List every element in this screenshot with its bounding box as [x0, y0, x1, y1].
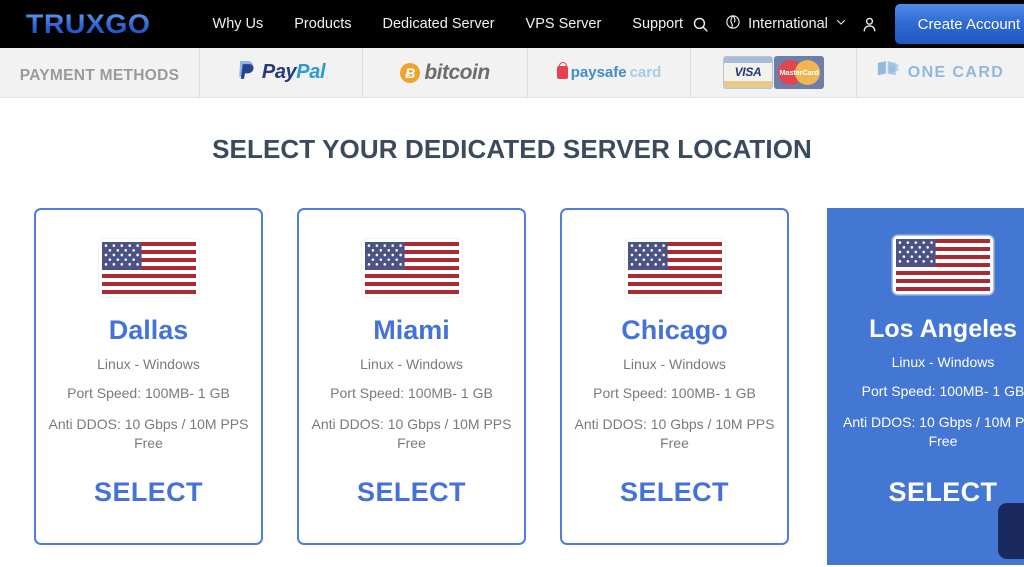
nav-link-support[interactable]: Support — [632, 16, 683, 32]
location-os: Linux - Windows — [891, 354, 995, 370]
globe-icon — [725, 14, 741, 34]
payment-method-paypal[interactable]: PayPal — [200, 47, 363, 98]
location-city-name: Miami — [373, 315, 450, 345]
location-card-los-angeles[interactable]: Los Angeles Linux - Windows Port Speed: … — [827, 208, 1024, 565]
location-card-dallas[interactable]: Dallas Linux - Windows Port Speed: 100MB… — [34, 208, 263, 545]
location-city-name: Dallas — [108, 315, 189, 345]
payment-methods-label-cell: PAYMENT METHODS — [0, 47, 200, 98]
location-os: Linux - Windows — [97, 356, 200, 372]
top-navigation-bar: TRUXGO Why Us Products Dedicated Server … — [0, 0, 1024, 48]
chat-support-widget[interactable] — [998, 503, 1024, 559]
payment-methods-bar: PAYMENT METHODS PayPal Ƀ bitcoin paysafe… — [0, 47, 1024, 98]
nav-link-vps-server[interactable]: VPS Server — [526, 16, 602, 32]
visa-icon: VISA — [723, 56, 773, 89]
us-flag-icon — [361, 239, 462, 297]
location-ddos: Anti DDOS: 10 Gbps / 10M PPS Free — [311, 416, 512, 451]
search-icon[interactable] — [683, 16, 717, 33]
create-account-button[interactable]: Create Account — [894, 4, 1024, 44]
nav-right-group: International Create Account — [683, 0, 1024, 48]
select-button[interactable]: SELECT — [357, 477, 466, 508]
paysafecard-text-card: card — [629, 64, 662, 81]
location-port-speed: Port Speed: 100MB- 1 GB — [593, 385, 756, 401]
page-title: SELECT YOUR DEDICATED SERVER LOCATION — [212, 134, 812, 164]
nav-link-dedicated-server[interactable]: Dedicated Server — [383, 16, 495, 32]
payment-method-visa-mastercard[interactable]: VISA MasterCard — [691, 47, 857, 98]
onecard-icon — [877, 60, 900, 85]
location-os: Linux - Windows — [360, 356, 463, 372]
select-button[interactable]: SELECT — [889, 477, 998, 508]
language-selector[interactable]: International — [725, 14, 847, 34]
location-port-speed: Port Speed: 100MB- 1 GB — [67, 385, 230, 401]
nav-link-products[interactable]: Products — [294, 16, 351, 32]
main-content: SELECT YOUR DEDICATED SERVER LOCATION Da… — [0, 98, 1024, 567]
location-card-miami[interactable]: Miami Linux - Windows Port Speed: 100MB-… — [297, 208, 526, 545]
select-button[interactable]: SELECT — [620, 477, 729, 508]
payment-method-bitcoin[interactable]: Ƀ bitcoin — [363, 47, 528, 98]
bitcoin-icon: Ƀ — [400, 62, 421, 83]
location-ddos: Anti DDOS: 10 Gbps / 10M PPS Free — [843, 414, 1024, 449]
paysafecard-text-paysafe: paysafe — [570, 64, 627, 81]
location-port-speed: Port Speed: 100MB- 1 GB — [861, 383, 1024, 399]
location-city-name: Chicago — [621, 315, 728, 345]
visa-label: VISA — [734, 65, 762, 79]
us-flag-icon — [98, 239, 199, 297]
paypal-icon — [237, 59, 256, 87]
us-flag-icon — [893, 236, 993, 294]
user-icon[interactable] — [853, 16, 887, 33]
language-label: International — [748, 16, 828, 32]
select-button[interactable]: SELECT — [94, 477, 203, 508]
location-port-speed: Port Speed: 100MB- 1 GB — [330, 385, 493, 401]
paypal-text-pay: Pay — [261, 61, 297, 83]
payment-methods-label: PAYMENT METHODS — [19, 67, 180, 84]
nav-link-why-us[interactable]: Why Us — [213, 16, 264, 32]
onecard-label: ONE CARD — [907, 63, 1005, 81]
payment-method-onecard[interactable]: ONE CARD — [857, 48, 1024, 98]
location-card-chicago[interactable]: Chicago Linux - Windows Port Speed: 100M… — [560, 208, 789, 545]
truxgo-logo[interactable]: TRUXGO — [26, 9, 150, 40]
mastercard-label: MasterCard — [779, 68, 819, 77]
chevron-down-icon — [835, 16, 847, 32]
paypal-text-pal: Pal — [296, 61, 326, 83]
lock-icon — [556, 62, 568, 79]
location-ddos: Anti DDOS: 10 Gbps / 10M PPS Free — [574, 416, 775, 451]
mastercard-icon: MasterCard — [774, 56, 824, 89]
main-nav-links: Why Us Products Dedicated Server VPS Ser… — [213, 16, 684, 32]
us-flag-icon — [624, 239, 725, 297]
payment-method-paysafecard[interactable]: paysafe card — [528, 47, 691, 98]
location-city-name: Los Angeles — [869, 315, 1017, 343]
location-ddos: Anti DDOS: 10 Gbps / 10M PPS Free — [48, 416, 249, 451]
location-os: Linux - Windows — [623, 356, 726, 372]
bitcoin-label: bitcoin — [424, 60, 490, 84]
server-location-cards: Dallas Linux - Windows Port Speed: 100MB… — [0, 208, 1024, 565]
